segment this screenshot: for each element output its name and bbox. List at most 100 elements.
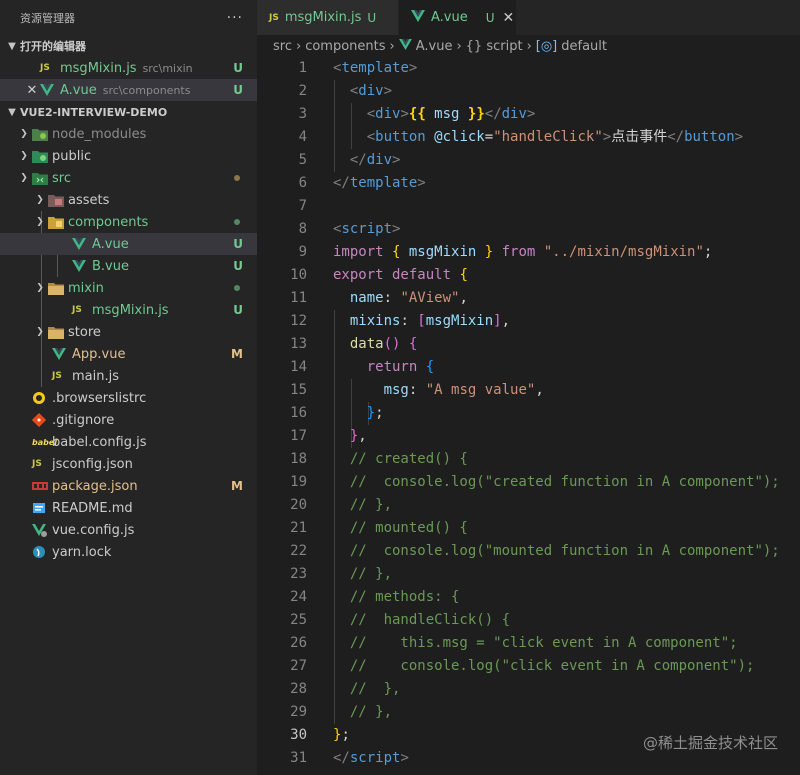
- code-line: 5 </div>: [298, 152, 401, 168]
- project-title: VUE2-INTERVIEW-DEMO: [20, 105, 168, 119]
- editor-tabs: JS msgMixin.js U A.vue U ✕: [257, 0, 800, 35]
- js-icon: JS: [269, 12, 279, 23]
- open-editor-item-a-vue[interactable]: ✕ A.vue src\components U: [0, 79, 257, 101]
- more-actions-button[interactable]: ···: [227, 10, 243, 26]
- open-editors-title: 打开的编辑器: [20, 40, 86, 53]
- explorer-title: 资源管理器: [20, 11, 75, 25]
- code-line: 8 <script>: [298, 221, 401, 237]
- code-line: 6 </template>: [298, 175, 426, 191]
- vue-icon: [72, 238, 92, 250]
- code-line: 20 // },: [290, 497, 393, 513]
- tab-label: msgMixin.js: [284, 10, 362, 25]
- code-line: 28 // },: [290, 681, 401, 697]
- open-editor-path: src\mixin: [142, 61, 193, 75]
- code-line: 10 export default {: [290, 267, 468, 283]
- status-dot: [234, 175, 240, 181]
- code-line: 2 <div>: [298, 83, 393, 99]
- tree-item-yarn-lock[interactable]: yarn.lock: [0, 541, 257, 563]
- tree-item-mixin[interactable]: ❯ mixin: [0, 277, 257, 299]
- project-section[interactable]: ▼ VUE2-INTERVIEW-DEMO: [0, 101, 257, 123]
- code-line: 7: [298, 198, 307, 214]
- status-badge: U: [485, 10, 495, 25]
- tree-item-app-vue[interactable]: App.vue M: [0, 343, 257, 365]
- js-icon: JS: [52, 371, 62, 381]
- tree-item-assets[interactable]: ❯ assets: [0, 189, 257, 211]
- tree-item-b-vue[interactable]: B.vue U: [0, 255, 257, 277]
- symbol-icon: [◎]: [535, 38, 558, 54]
- status-badge: U: [233, 237, 243, 251]
- code-line: 16 };: [290, 405, 384, 421]
- chevron-right-icon: ❯: [20, 129, 28, 139]
- folder-icon: [48, 326, 68, 339]
- code-line: 25 // handleClick() {: [290, 612, 511, 628]
- status-badge: U: [233, 83, 243, 97]
- open-editor-item-msgmixin[interactable]: JS msgMixin.js src\mixin U: [0, 57, 257, 79]
- code-line: 15 msg: "A msg value",: [290, 382, 544, 398]
- breadcrumb-item[interactable]: A.vue: [416, 39, 453, 54]
- code-line: 26 // this.msg = "click event in A compo…: [290, 635, 738, 651]
- code-line: 1 <template>: [298, 60, 418, 76]
- status-badge: U: [233, 303, 243, 317]
- vue-icon: [40, 84, 60, 96]
- tree-item-a-vue[interactable]: A.vue U: [0, 233, 257, 255]
- breadcrumb-item[interactable]: {} script: [466, 39, 523, 54]
- tree-item-public[interactable]: ❯ public: [0, 145, 257, 167]
- tab-a-vue[interactable]: A.vue U ✕: [399, 0, 517, 35]
- assets-folder-icon: [48, 194, 68, 207]
- close-icon[interactable]: ✕: [24, 83, 40, 98]
- code-editor[interactable]: 1 <template> 2 <div> 3 <div>{{ msg }}</di…: [257, 57, 800, 775]
- open-editor-path: src\components: [102, 83, 191, 97]
- tree-item-main-js[interactable]: JS main.js: [0, 365, 257, 387]
- explorer-header: 资源管理器 ···: [0, 0, 257, 35]
- tab-msgmixin-js[interactable]: JS msgMixin.js U: [257, 0, 399, 35]
- components-folder-icon: [48, 216, 68, 229]
- breadcrumb-item[interactable]: default: [561, 39, 607, 54]
- vue-icon: [411, 9, 425, 26]
- status-dot: [234, 285, 240, 291]
- tree-item-src[interactable]: ❯ src: [0, 167, 257, 189]
- breadcrumb-item[interactable]: components: [305, 39, 385, 54]
- browserslist-icon: [32, 391, 52, 405]
- status-badge: M: [231, 479, 243, 493]
- tree-item-msgmixin-js[interactable]: JS msgMixin.js U: [0, 299, 257, 321]
- tree-item-vue-config[interactable]: vue.config.js: [0, 519, 257, 541]
- chevron-down-icon: ▼: [8, 106, 16, 118]
- code-line: 23 // },: [290, 566, 393, 582]
- tree-item-store[interactable]: ❯ store: [0, 321, 257, 343]
- breadcrumb: src › components › A.vue › {} script › […: [257, 35, 800, 57]
- chevron-right-icon: ›: [526, 38, 532, 54]
- chevron-right-icon: ›: [295, 38, 302, 54]
- status-badge: U: [367, 10, 377, 25]
- tree-item-babel-config[interactable]: babel babel.config.js: [0, 431, 257, 453]
- code-line: 24 // methods: {: [290, 589, 460, 605]
- babel-icon: babel: [32, 437, 58, 447]
- open-editors-section[interactable]: ▼ 打开的编辑器: [0, 35, 257, 57]
- breadcrumb-item[interactable]: src: [273, 39, 292, 54]
- tree-item-readme[interactable]: README.md: [0, 497, 257, 519]
- yarn-icon: [32, 545, 52, 559]
- code-line: 14 return {: [290, 359, 435, 375]
- tree-item-jsconfig[interactable]: JS jsconfig.json: [0, 453, 257, 475]
- tree-item-package-json[interactable]: package.json M: [0, 475, 257, 497]
- folder-icon: [48, 282, 68, 295]
- tree-item-components[interactable]: ❯ components: [0, 211, 257, 233]
- code-line: 12 mixins: [msgMixin],: [290, 313, 511, 329]
- code-line: 18 // created() {: [290, 451, 468, 467]
- readme-icon: [32, 501, 52, 515]
- vue-config-icon: [32, 523, 52, 537]
- status-badge: U: [233, 61, 243, 75]
- code-line: 29 // },: [290, 704, 393, 720]
- close-icon[interactable]: ✕: [503, 10, 515, 26]
- tree-item-gitignore[interactable]: .gitignore: [0, 409, 257, 431]
- code-line: 19 // console.log("created function in A…: [290, 474, 780, 490]
- js-icon: JS: [72, 305, 82, 315]
- tab-label: A.vue: [431, 10, 468, 25]
- src-folder-icon: [32, 172, 52, 185]
- chevron-right-icon: ›: [389, 38, 395, 54]
- status-dot: [234, 219, 240, 225]
- tree-item-node-modules[interactable]: ❯ node_modules: [0, 123, 257, 145]
- code-line: 3 <div>{{ msg }}</div>: [298, 106, 536, 122]
- js-icon: JS: [32, 459, 42, 469]
- tree-item-browserslistrc[interactable]: .browserslistrc: [0, 387, 257, 409]
- git-icon: [32, 413, 52, 427]
